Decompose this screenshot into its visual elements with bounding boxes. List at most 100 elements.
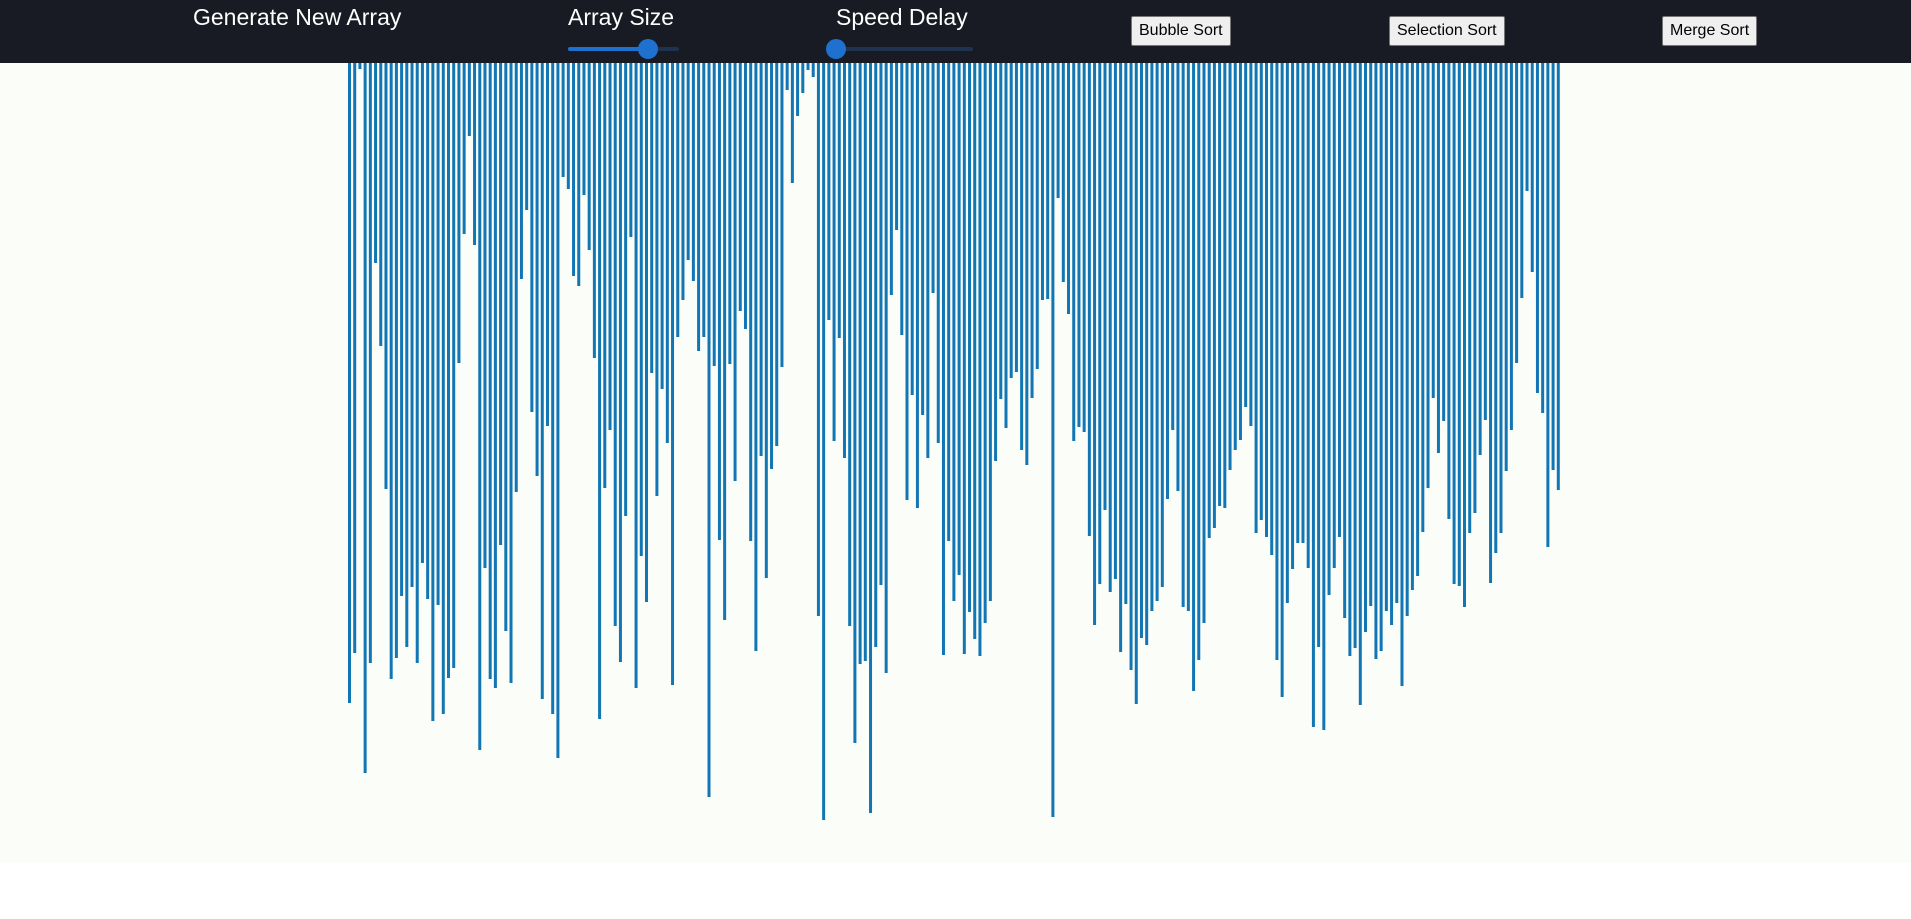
array-size-slider-fill bbox=[568, 47, 648, 51]
array-bar bbox=[733, 63, 737, 481]
array-bar bbox=[1515, 63, 1519, 363]
array-bar bbox=[1494, 63, 1498, 553]
array-size-slider-thumb[interactable] bbox=[637, 39, 658, 59]
array-bar bbox=[452, 63, 456, 668]
array-bar bbox=[1379, 63, 1383, 651]
array-bar bbox=[634, 63, 638, 688]
array-bar bbox=[707, 63, 711, 797]
speed-delay-slider[interactable] bbox=[826, 39, 973, 59]
array-bar bbox=[1046, 63, 1050, 299]
array-bar bbox=[1166, 63, 1170, 499]
array-bar bbox=[717, 63, 721, 540]
array-bar bbox=[535, 63, 539, 476]
array-bar bbox=[889, 63, 893, 295]
array-bar bbox=[1072, 63, 1076, 441]
array-bar bbox=[426, 63, 430, 599]
array-bar bbox=[488, 63, 492, 679]
array-bar bbox=[723, 63, 727, 620]
array-bar bbox=[1332, 63, 1336, 568]
array-bar bbox=[1483, 63, 1487, 420]
bubble-sort-button[interactable]: Bubble Sort bbox=[1131, 16, 1231, 46]
array-bar bbox=[1197, 63, 1201, 660]
array-bar bbox=[1265, 63, 1269, 537]
array-bar bbox=[1452, 63, 1456, 584]
array-bar bbox=[915, 63, 919, 508]
array-bar bbox=[384, 63, 388, 489]
array-bar bbox=[499, 63, 503, 545]
array-bar bbox=[561, 63, 565, 177]
array-bar bbox=[910, 63, 914, 395]
array-bar bbox=[952, 63, 956, 601]
array-bar bbox=[509, 63, 513, 683]
selection-sort-button[interactable]: Selection Sort bbox=[1389, 16, 1505, 46]
array-size-slider[interactable] bbox=[568, 39, 679, 59]
array-bar bbox=[962, 63, 966, 654]
array-bar bbox=[441, 63, 445, 714]
array-bar bbox=[676, 63, 680, 337]
array-bar bbox=[1395, 63, 1399, 603]
array-bar bbox=[1244, 63, 1248, 407]
array-bar bbox=[551, 63, 555, 714]
array-bar bbox=[1431, 63, 1435, 398]
array-bar bbox=[853, 63, 857, 743]
array-bar bbox=[848, 63, 852, 626]
array-bar bbox=[978, 63, 982, 656]
array-bar bbox=[639, 63, 643, 556]
array-bar bbox=[712, 63, 716, 366]
array-bar bbox=[1202, 63, 1206, 623]
array-bar bbox=[973, 63, 977, 639]
array-bar bbox=[1327, 63, 1331, 595]
array-bar bbox=[1421, 63, 1425, 532]
array-bar bbox=[702, 63, 706, 337]
array-bar bbox=[936, 63, 940, 443]
array-bar bbox=[368, 63, 372, 663]
array-bar bbox=[1468, 63, 1472, 533]
array-bar bbox=[1108, 63, 1112, 592]
array-bar bbox=[374, 63, 378, 263]
array-bar bbox=[681, 63, 685, 300]
array-bar bbox=[832, 63, 836, 441]
generate-new-array-button[interactable]: Generate New Array bbox=[193, 4, 401, 30]
array-bar bbox=[1410, 63, 1414, 590]
array-bar bbox=[592, 63, 596, 358]
array-bar bbox=[691, 63, 695, 281]
array-bar bbox=[842, 63, 846, 458]
array-bar bbox=[598, 63, 602, 719]
array-bar bbox=[1463, 63, 1466, 607]
array-bar bbox=[1504, 63, 1508, 471]
array-bar bbox=[1186, 63, 1190, 611]
array-bar bbox=[608, 63, 612, 430]
array-bar bbox=[1223, 63, 1227, 508]
array-bar bbox=[1103, 63, 1107, 510]
array-bar bbox=[905, 63, 909, 500]
array-bar bbox=[1337, 63, 1341, 537]
array-bar bbox=[1176, 63, 1180, 491]
array-bar bbox=[1171, 63, 1175, 430]
array-bar bbox=[1218, 63, 1222, 506]
array-bar bbox=[504, 63, 508, 631]
array-bar bbox=[1035, 63, 1039, 369]
array-bar bbox=[1051, 63, 1055, 817]
array-bar bbox=[957, 63, 961, 575]
array-bar bbox=[1233, 63, 1237, 450]
array-bar bbox=[1390, 63, 1394, 625]
array-bar bbox=[556, 63, 560, 758]
array-bar bbox=[1067, 63, 1071, 314]
array-bar bbox=[816, 63, 820, 616]
array-bar bbox=[624, 63, 628, 516]
array-bar bbox=[869, 63, 873, 813]
array-bar bbox=[1181, 63, 1185, 607]
array-bar bbox=[379, 63, 383, 346]
array-bar bbox=[1139, 63, 1143, 638]
array-bar bbox=[941, 63, 945, 655]
merge-sort-button[interactable]: Merge Sort bbox=[1662, 16, 1758, 46]
speed-delay-slider-thumb[interactable] bbox=[826, 39, 846, 59]
array-bar bbox=[931, 63, 935, 293]
array-bar bbox=[1405, 63, 1409, 616]
array-bar bbox=[827, 63, 831, 320]
array-bar bbox=[738, 63, 742, 311]
navbar: Generate New Array Array Size Speed Dela… bbox=[0, 0, 1911, 63]
array-bars bbox=[348, 63, 1560, 820]
array-bar bbox=[572, 63, 576, 276]
array-bar bbox=[968, 63, 972, 612]
